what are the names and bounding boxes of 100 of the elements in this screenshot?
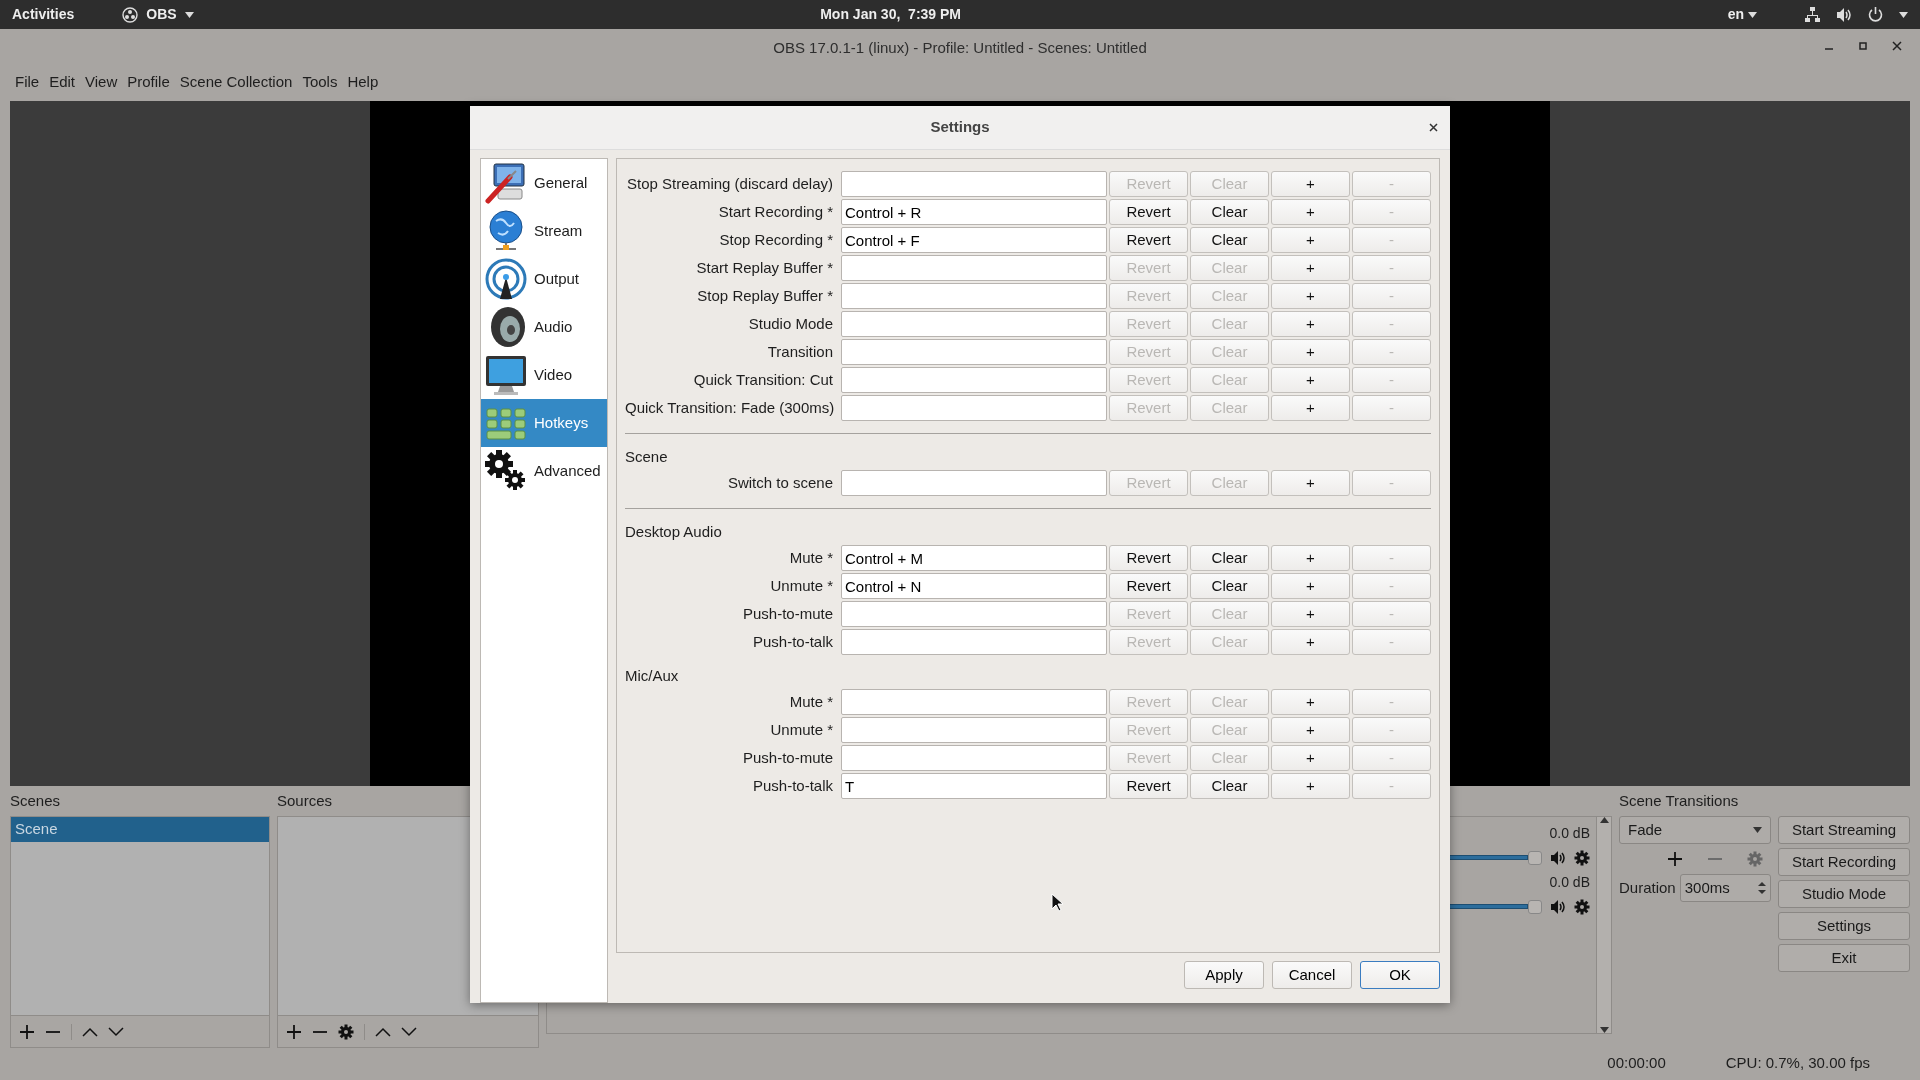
settings-icon[interactable] [338,1023,354,1040]
hotkey-button[interactable]: + [1271,745,1350,771]
control-button[interactable]: Exit [1778,944,1910,972]
hotkey-button[interactable]: + [1271,545,1350,571]
hotkey-label: Quick Transition: Fade (300ms) [625,397,836,418]
speaker-icon[interactable] [1550,899,1566,915]
recording-time: 00:00:00 [1607,1052,1666,1073]
menu-item[interactable]: Scene Collection [174,68,298,96]
hotkey-button[interactable]: + [1271,367,1350,393]
cpu-status: CPU: 0.7%, 30.00 fps [1725,1052,1870,1073]
dialog-button[interactable]: OK [1360,961,1440,989]
hotkey-button[interactable]: Revert [1109,773,1188,799]
close-icon[interactable] [1892,41,1902,51]
hotkey-field[interactable] [841,470,1107,496]
menu-item[interactable]: File [10,68,45,96]
hotkey-field[interactable] [841,255,1107,281]
hotkey-button[interactable]: + [1271,470,1350,496]
settings-icon[interactable] [1574,850,1590,866]
hotkey-button[interactable]: + [1271,395,1350,421]
scroll-down-icon[interactable] [1599,1027,1609,1033]
hotkey-button[interactable]: Revert [1109,227,1188,253]
hotkey-field[interactable] [841,311,1107,337]
hotkey-field[interactable] [841,717,1107,743]
menu-item[interactable]: Profile [122,68,175,96]
hotkey-button[interactable]: + [1271,255,1350,281]
hotkey-field[interactable] [841,283,1107,309]
down-icon[interactable] [108,1026,124,1037]
hotkey-button[interactable]: + [1271,199,1350,225]
hotkey-field[interactable]: Control + R [841,199,1107,225]
language-menu[interactable]: en [1727,4,1757,25]
hotkey-field[interactable] [841,601,1107,627]
sidebar-item[interactable]: Hotkeys [481,399,607,447]
hotkey-label: Stop Recording * [718,229,834,250]
clock[interactable]: Mon Jan 30, 7:39 PM [820,6,962,22]
hotkey-button[interactable]: + [1271,601,1350,627]
hotkey-label: Mute * [788,547,834,568]
dialog-button[interactable]: Cancel [1272,961,1352,989]
menu-item[interactable]: View [80,68,123,96]
hotkey-field[interactable] [841,629,1107,655]
hotkey-field[interactable] [841,339,1107,365]
hotkey-button[interactable]: + [1271,171,1350,197]
hotkey-button[interactable]: + [1271,717,1350,743]
scroll-up-icon[interactable] [1599,817,1609,823]
sidebar-item[interactable]: Audio [481,303,607,351]
close-icon[interactable] [1429,123,1438,132]
hotkey-field[interactable] [841,689,1107,715]
hotkey-button[interactable]: Clear [1190,573,1269,599]
transition-dropdown[interactable]: Fade [1619,816,1771,844]
settings-icon[interactable] [1574,899,1590,915]
sidebar-item[interactable]: Output [481,255,607,303]
app-menu[interactable]: OBS [122,4,194,25]
hotkey-field[interactable] [841,171,1107,197]
hotkey-button[interactable]: + [1271,227,1350,253]
hotkey-button[interactable]: + [1271,283,1350,309]
control-button[interactable]: Studio Mode [1778,880,1910,908]
add-icon[interactable] [1667,851,1683,867]
hotkey-button[interactable]: Revert [1109,545,1188,571]
control-button[interactable]: Start Streaming [1778,816,1910,844]
hotkey-button[interactable]: Clear [1190,227,1269,253]
hotkey-button[interactable]: Clear [1190,545,1269,571]
sidebar-item[interactable]: Video [481,351,607,399]
menu-item[interactable]: Edit [44,68,81,96]
add-icon[interactable] [19,1023,35,1040]
sidebar-item[interactable]: Advanced [481,447,607,495]
hotkey-field[interactable]: Control + M [841,545,1107,571]
dialog-button[interactable]: Apply [1184,961,1264,989]
hotkey-button[interactable]: + [1271,629,1350,655]
hotkey-field[interactable]: Control + N [841,573,1107,599]
down-icon[interactable] [401,1026,417,1037]
hotkey-button[interactable]: + [1271,311,1350,337]
menu-item[interactable]: Help [342,68,384,96]
sidebar-item[interactable]: Stream [481,207,607,255]
sidebar-item[interactable]: General [481,159,607,207]
speaker-icon[interactable] [1550,850,1566,866]
caret-icon [1748,11,1757,18]
activities-button[interactable]: Activities [12,4,75,25]
control-button[interactable]: Settings [1778,912,1910,940]
hotkey-field[interactable]: Control + F [841,227,1107,253]
hotkey-field[interactable]: T [841,773,1107,799]
system-menu[interactable] [1805,6,1908,23]
hotkey-field[interactable] [841,367,1107,393]
hotkey-button[interactable]: + [1271,339,1350,365]
hotkey-field[interactable] [841,395,1107,421]
hotkey-button[interactable]: Clear [1190,199,1269,225]
hotkey-button[interactable]: Revert [1109,199,1188,225]
menu-item[interactable]: Tools [297,68,343,96]
control-button[interactable]: Start Recording [1778,848,1910,876]
hotkey-field[interactable] [841,745,1107,771]
hotkey-button[interactable]: + [1271,689,1350,715]
list-item[interactable]: Scene [11,817,269,842]
hotkey-button[interactable]: Clear [1190,773,1269,799]
up-icon[interactable] [375,1026,391,1037]
scrollbar[interactable] [1596,817,1611,1033]
maximize-icon[interactable] [1858,41,1868,51]
add-icon[interactable] [286,1023,302,1040]
up-icon[interactable] [82,1026,98,1037]
duration-spinbox[interactable]: 300ms [1679,874,1771,902]
hotkey-button[interactable]: Revert [1109,573,1188,599]
hotkey-button[interactable]: + [1271,573,1350,599]
hotkey-button[interactable]: + [1271,773,1350,799]
